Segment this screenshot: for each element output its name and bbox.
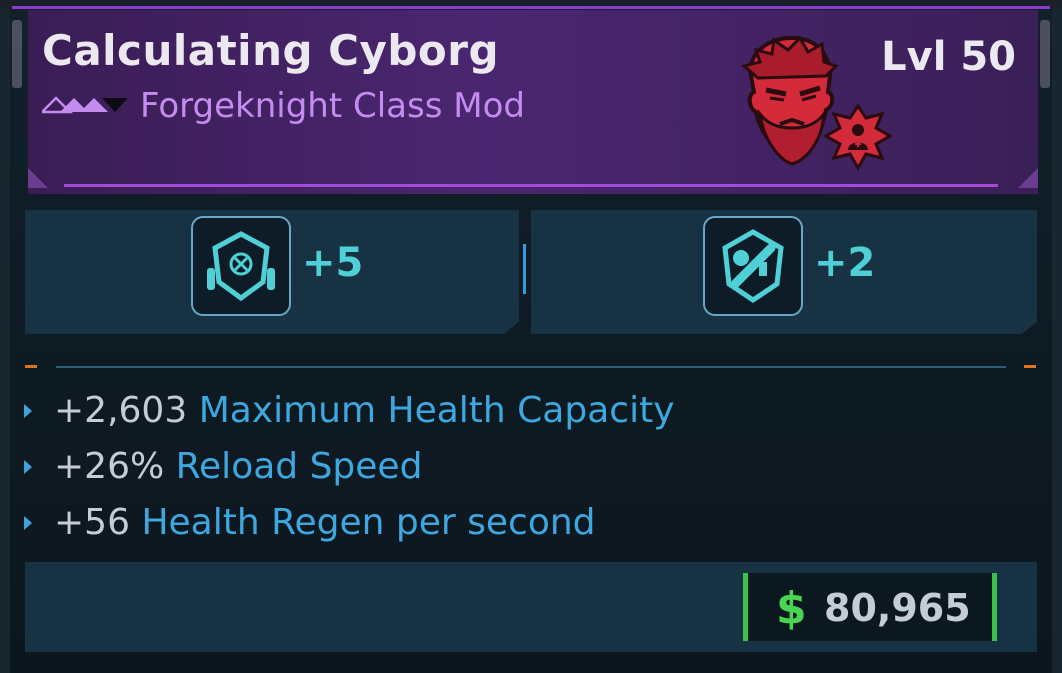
header-corner-left <box>28 168 48 188</box>
stat-arrow-icon <box>24 460 32 474</box>
skill-bonus-right: +2 <box>814 240 876 286</box>
shield-ammo-skill-icon[interactable] <box>191 216 291 316</box>
stat-label: Health Regen per second <box>141 502 596 543</box>
frame-edge-right <box>1052 0 1062 673</box>
frame-edge-left <box>0 0 10 673</box>
header-side-bar-left <box>12 20 22 88</box>
separator-tick-left <box>25 365 37 368</box>
bearded-cyborg-portrait-icon <box>740 35 894 172</box>
stat-arrow-icon <box>24 404 32 418</box>
shield-gun-skill-icon[interactable] <box>703 216 803 316</box>
price-amount: 80,965 <box>824 586 971 630</box>
item-type: Forgeknight Class Mod <box>140 86 525 126</box>
dollar-icon: $ <box>776 583 807 634</box>
stat-label: Maximum Health Capacity <box>198 390 675 431</box>
item-level: Lvl 50 <box>881 34 1016 80</box>
rarity-triangles-icon <box>42 96 128 114</box>
header-side-bar-right <box>1040 20 1050 88</box>
header-accent-line <box>64 184 998 187</box>
stat-arrow-icon <box>24 516 32 530</box>
stat-value: +56 <box>54 502 130 543</box>
skill-divider <box>523 244 526 294</box>
stat-value: +2,603 <box>54 390 188 431</box>
stat-value: +26% <box>54 446 165 487</box>
header-corner-right <box>1018 168 1038 188</box>
separator-line <box>56 366 1006 368</box>
separator-tick-right <box>1024 365 1036 368</box>
top-accent-line <box>12 6 1050 9</box>
item-name: Calculating Cyborg <box>42 26 500 75</box>
skill-bonus-left: +5 <box>302 240 364 286</box>
stat-label: Reload Speed <box>175 446 423 487</box>
